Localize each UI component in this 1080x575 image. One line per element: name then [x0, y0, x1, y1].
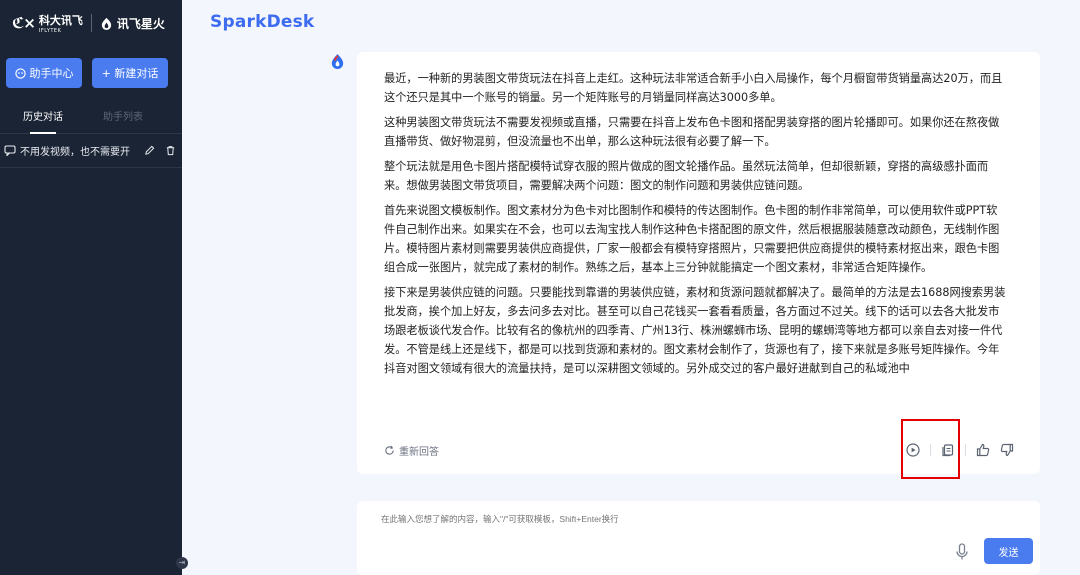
chat-bubble-icon: [4, 145, 16, 156]
microphone-icon[interactable]: [955, 543, 969, 561]
new-chat-button[interactable]: + 新建对话: [92, 58, 168, 88]
regenerate-button[interactable]: 重新回答: [384, 443, 439, 458]
logo-bar: ℭ⨯ 科大讯飞 IFLYTEK 讯飞星火: [0, 0, 182, 46]
message-paragraph: 接下来是男装供应链的问题。只要能找到靠谱的男装供应链，素材和货源问题就都解决了。…: [384, 286, 1006, 375]
iflytek-mark-icon: ℭ⨯: [12, 14, 36, 32]
refresh-icon: [385, 445, 394, 455]
spark-flame-icon: [101, 17, 111, 30]
message-content: 最近，一种新的男装图文带货玩法在抖音上走红。这种玩法非常适合新手小白入局操作，每…: [384, 69, 1006, 384]
spark-logo-text: 讯飞星火: [116, 16, 165, 31]
sidebar-tabs: 历史对话 助手列表: [0, 108, 182, 134]
action-divider: [965, 444, 966, 456]
message-paragraph: 整个玩法就是用色卡图片搭配模特试穿衣服的照片做成的图文轮播作品。虽然玩法简单，但…: [384, 160, 989, 192]
spark-avatar-icon: [331, 53, 344, 70]
help-center-label: 助手中心: [29, 67, 74, 80]
sidebar: ℭ⨯ 科大讯飞 IFLYTEK 讯飞星火 助手中心 + 新建对话 历史对话 助手…: [0, 0, 188, 575]
iflytek-logo: ℭ⨯ 科大讯飞 IFLYTEK: [12, 12, 83, 34]
message-paragraph: 首先来说图文模板制作。图文素材分为色卡对比图制作和模特的传达图制作。色卡图的制作…: [384, 204, 1000, 274]
thumbs-up-icon[interactable]: [976, 443, 990, 457]
tab-assistant-list[interactable]: 助手列表: [80, 108, 160, 133]
iflytek-logo-sub: IFLYTEK: [38, 28, 62, 34]
delete-icon[interactable]: [165, 145, 176, 156]
help-center-button[interactable]: 助手中心: [6, 58, 82, 88]
thumbs-down-icon[interactable]: [1000, 443, 1014, 457]
send-button[interactable]: 发送: [984, 538, 1033, 564]
assistant-message-card: 最近，一种新的男装图文带货玩法在抖音上走红。这种玩法非常适合新手小白入局操作，每…: [357, 52, 1040, 474]
conversation-title: 不用发视频，也不需要开: [20, 147, 130, 158]
tab-history[interactable]: 历史对话: [0, 108, 80, 134]
new-chat-label: + 新建对话: [101, 67, 159, 80]
brand-title: SparkDesk: [210, 12, 315, 32]
logo-divider: [90, 14, 92, 32]
spark-logo: 讯飞星火: [100, 15, 165, 32]
sidebar-collapse-icon[interactable]: ⇥: [176, 557, 188, 569]
chat-input[interactable]: [381, 514, 941, 524]
regenerate-label: 重新回答: [399, 446, 439, 458]
assistant-icon: [14, 67, 26, 79]
message-paragraph: 最近，一种新的男装图文带货玩法在抖音上走红。这种玩法非常适合新手小白入局操作，每…: [384, 72, 1003, 104]
iflytek-logo-text: 科大讯飞: [38, 14, 83, 27]
message-paragraph: 这种男装图文带货玩法不需要发视频或直播，只需要在抖音上发布色卡图和搭配男装穿搭的…: [384, 116, 1000, 148]
conversation-item[interactable]: 不用发视频，也不需要开: [0, 134, 182, 168]
copy-highlight-annotation: [901, 419, 960, 479]
edit-icon[interactable]: [144, 145, 155, 156]
chat-input-area: 发送: [357, 501, 1040, 575]
